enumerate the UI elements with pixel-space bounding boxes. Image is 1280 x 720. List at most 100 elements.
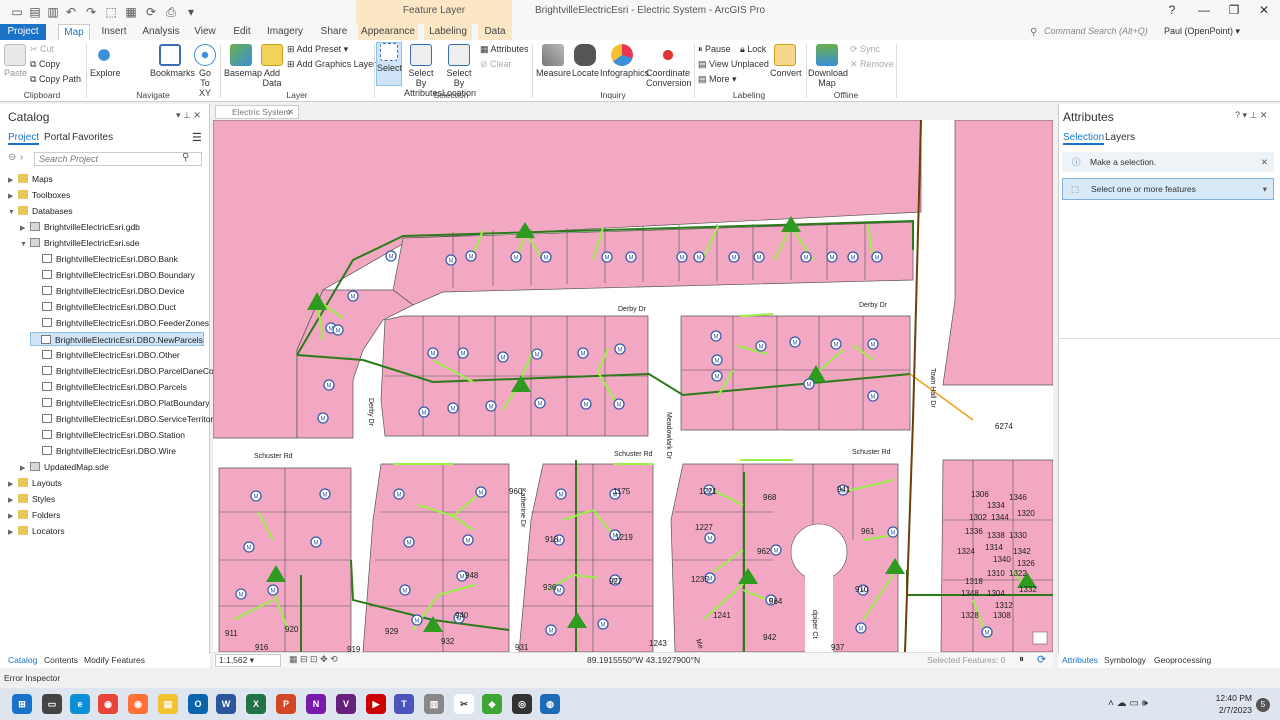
copy-path-button[interactable]: ⧉ Copy Path (30, 74, 81, 85)
file-explorer-icon[interactable]: ▤ (158, 694, 178, 714)
tree-item[interactable]: ▶ Locators (8, 524, 65, 538)
tab-modify-features[interactable]: Modify Features (84, 655, 145, 665)
scale-selector[interactable]: 1:1,562 ▾ (215, 654, 281, 667)
download-map-button[interactable]: Download Map (808, 44, 848, 88)
tree-item[interactable]: BrightvilleElectricEsri.DBO.Wire (32, 444, 176, 458)
tab-share[interactable]: Share (316, 24, 352, 40)
add-data-button[interactable]: Add Data (260, 44, 284, 88)
basemap-button[interactable]: Basemap (224, 44, 262, 78)
tab-appearance[interactable]: Appearance (358, 24, 418, 40)
outlook-icon[interactable]: O (188, 694, 208, 714)
add-graphics-layer-button[interactable]: ⊞ Add Graphics Layer (287, 59, 376, 70)
pause-labeling-button[interactable]: ⏸ Pause (698, 44, 731, 55)
tab-labeling[interactable]: Labeling (424, 24, 472, 40)
tab-imagery[interactable]: Imagery (264, 24, 306, 40)
tab-project[interactable]: Project (8, 132, 40, 145)
selection-tool-icon[interactable]: ⬚ (104, 5, 118, 19)
open-project-icon[interactable]: ▤ (28, 5, 42, 19)
table-icon[interactable]: ▦ (124, 5, 138, 19)
share-icon[interactable]: ⎙ (164, 5, 178, 19)
tab-geoprocessing[interactable]: Geoprocessing (1154, 655, 1211, 665)
pause-drawing-icon[interactable]: ⏸ (1019, 654, 1024, 665)
chevron-right-icon[interactable]: ▶ (8, 494, 18, 508)
select-button[interactable]: Select (376, 42, 402, 86)
map-canvas[interactable]: M M M M M M M M M M M M M M M M M M M M M M M M M M M M M M M M M M M M M M M M… (213, 120, 1053, 652)
chevron-right-icon[interactable]: ▶ (8, 190, 18, 204)
chevron-right-icon[interactable]: ▶ (8, 174, 18, 188)
dismiss-icon[interactable]: ✕ (1261, 152, 1268, 172)
close-tab-icon[interactable]: ✕ (287, 106, 294, 118)
tree-item[interactable]: BrightvilleElectricEsri.DBO.NewParcels (30, 332, 204, 346)
arcgis-icon[interactable]: ◎ (512, 694, 532, 714)
tab-edit[interactable]: Edit (228, 24, 256, 40)
tree-item[interactable]: ▶ Layouts (8, 476, 62, 490)
teams-icon[interactable]: T (394, 694, 414, 714)
tree-item[interactable]: ▶ Folders (8, 508, 60, 522)
convert-button[interactable]: Convert (770, 44, 802, 78)
redo-icon[interactable]: ↷ (84, 5, 98, 19)
visual-studio-icon[interactable]: V (336, 694, 356, 714)
chevron-down-icon[interactable]: ▼ (20, 238, 30, 252)
tree-item[interactable]: BrightvilleElectricEsri.DBO.FeederZones (32, 316, 209, 330)
map-tools-icons[interactable]: ▦ ⊟ ⊡ ✥ ⟲ (289, 654, 338, 665)
tree-item[interactable]: ▶ BrightvilleElectricEsri.gdb (20, 220, 140, 234)
search-project-input[interactable]: Search Project (34, 152, 202, 166)
chevron-right-icon[interactable]: ▶ (8, 526, 18, 540)
tab-project[interactable]: Project (0, 24, 46, 40)
chevron-down-icon[interactable]: ▼ (8, 206, 18, 220)
word-icon[interactable]: W (216, 694, 236, 714)
notification-badge[interactable]: 5 (1256, 698, 1270, 712)
command-search-input[interactable]: Command Search (Alt+Q) (1044, 26, 1164, 39)
tab-layers[interactable]: Layers (1105, 132, 1135, 143)
app-green-icon[interactable]: ◆ (482, 694, 502, 714)
tree-item[interactable]: ▶ Styles (8, 492, 55, 506)
pane-options-icon[interactable]: ? ▾ ⊥ ✕ (1235, 110, 1267, 121)
minimize-button[interactable]: — (1192, 3, 1216, 17)
user-account[interactable]: Paul (OpenPoint) ▾ (1164, 26, 1240, 37)
new-project-icon[interactable]: ▭ (10, 5, 24, 19)
back-icon[interactable]: ⊖ (8, 152, 16, 163)
tree-item[interactable]: BrightvilleElectricEsri.DBO.Boundary (32, 268, 195, 282)
tree-item[interactable]: ▼ Databases (8, 204, 73, 218)
tab-catalog[interactable]: Catalog (8, 655, 37, 665)
add-preset-button[interactable]: ⊞ Add Preset ▾ (287, 44, 348, 55)
pane-options-icon[interactable]: ▾ ⊥ ✕ (176, 110, 201, 121)
onenote-icon[interactable]: N (306, 694, 326, 714)
task-view-icon[interactable]: ▭ (42, 694, 62, 714)
refresh-icon[interactable]: ⟳ (1037, 653, 1046, 666)
tab-attributes[interactable]: Attributes (1062, 655, 1098, 665)
chevron-right-icon[interactable]: ▶ (20, 462, 30, 476)
media-icon[interactable]: ▶ (366, 694, 386, 714)
help-icon[interactable]: ? (1160, 3, 1184, 17)
customize-dropdown-icon[interactable]: ▾ (184, 5, 198, 19)
tab-electric-system[interactable]: Electric System ✕ (215, 105, 299, 119)
map-view[interactable]: M M M M M M M M M M M M M M M M M M M M M M M M M M M M M M M M M M M M M M M M… (213, 120, 1053, 652)
tab-portal[interactable]: Portal (44, 132, 70, 143)
cut-button[interactable]: ✂ Cut (30, 44, 54, 55)
refresh-icon[interactable]: ⟳ (144, 5, 158, 19)
tab-contents[interactable]: Contents (44, 655, 78, 665)
tree-item[interactable]: BrightvilleElectricEsri.DBO.Device (32, 284, 184, 298)
clear-selection-button[interactable]: ⊘ Clear (480, 59, 512, 70)
maximize-button[interactable]: ❐ (1222, 3, 1246, 17)
clock[interactable]: 12:40 PM 2/7/2023 (1216, 692, 1252, 716)
tree-item[interactable]: BrightvilleElectricEsri.DBO.ServiceTerri… (32, 412, 218, 426)
tree-item[interactable]: BrightvilleElectricEsri.DBO.Duct (32, 300, 176, 314)
tree-item[interactable]: BrightvilleElectricEsri.DBO.Parcels (32, 380, 187, 394)
tree-item[interactable]: ▼ BrightvilleElectricEsri.sde (20, 236, 139, 250)
measure-button[interactable]: Measure (536, 44, 571, 78)
bookmarks-button[interactable]: Bookmarks (150, 44, 195, 78)
app-icon[interactable]: ▥ (424, 694, 444, 714)
chevron-right-icon[interactable]: ▶ (8, 478, 18, 492)
tree-item[interactable]: BrightvilleElectricEsri.DBO.Station (32, 428, 185, 442)
tab-data[interactable]: Data (478, 24, 512, 40)
tab-view[interactable]: View (190, 24, 220, 40)
tree-item[interactable]: BrightvilleElectricEsri.DBO.Other (32, 348, 180, 362)
locate-button[interactable]: Locate (572, 44, 599, 78)
save-icon[interactable]: ▥ (46, 5, 60, 19)
more-labeling-button[interactable]: ▤ More ▾ (698, 74, 737, 85)
tree-item[interactable]: BrightvilleElectricEsri.DBO.ParcelDaneCo… (32, 364, 219, 378)
view-unplaced-button[interactable]: ▤ View Unplaced (698, 59, 769, 70)
tab-selection[interactable]: Selection (1063, 132, 1105, 145)
excel-icon[interactable]: X (246, 694, 266, 714)
